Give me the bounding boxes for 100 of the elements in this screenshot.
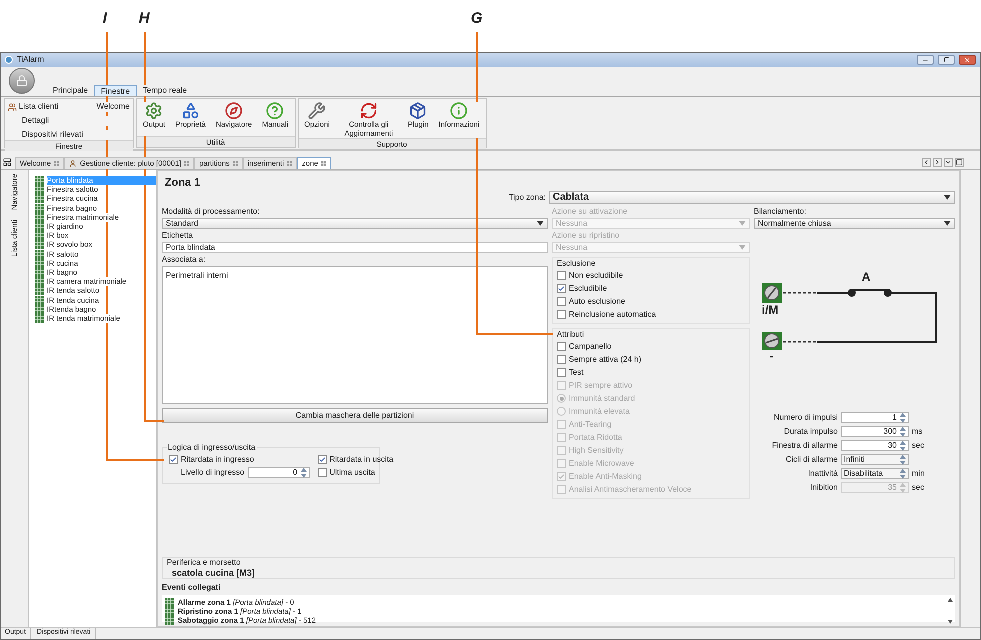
- option-label: Test: [569, 366, 584, 378]
- app-menu-button[interactable]: [9, 68, 35, 94]
- spin-arrows-icon[interactable]: [899, 440, 907, 452]
- person-icon: [69, 160, 78, 168]
- field-label: Bilanciamento:: [754, 206, 808, 218]
- ribbon-tab[interactable]: Finestre: [94, 85, 138, 96]
- checkbox[interactable]: [557, 284, 566, 293]
- field-label: Inibition: [809, 482, 838, 494]
- label-input-field[interactable]: Porta blindata: [162, 242, 548, 253]
- zone-icon: [35, 250, 44, 259]
- option-label: Sempre attiva (24 h): [569, 354, 642, 366]
- field-label: Associata a:: [162, 254, 207, 266]
- form-title: Zona 1: [164, 176, 202, 190]
- checkbox[interactable]: [557, 271, 566, 280]
- zone-icon: [35, 277, 44, 286]
- terminal-label: i/M: [762, 304, 779, 316]
- close-button[interactable]: [959, 55, 976, 65]
- option-label: High Sensitivity: [569, 444, 624, 456]
- checkbox[interactable]: [557, 310, 566, 319]
- tab-close-icon[interactable]: [184, 161, 190, 166]
- gear-icon: [145, 102, 164, 120]
- option-label: Anti-Tearing: [569, 418, 612, 430]
- checkbox[interactable]: [318, 455, 327, 464]
- tab-close-icon[interactable]: [321, 161, 326, 166]
- tab-list-icon[interactable]: [944, 158, 953, 167]
- spin-field[interactable]: 0: [248, 467, 310, 478]
- field-label: Cicli di allarme: [784, 454, 838, 466]
- option-label: Non escludibile: [569, 270, 624, 282]
- spin-field[interactable]: 1: [841, 412, 909, 423]
- tab-close-icon[interactable]: [287, 161, 292, 166]
- spin-arrows-icon[interactable]: [899, 454, 907, 466]
- change-partition-mask-button[interactable]: Cambia maschera delle partizioni: [162, 408, 548, 423]
- option-label: Ritardata in ingresso: [181, 454, 254, 466]
- unit-label: sec: [912, 482, 924, 494]
- spin-arrows-icon[interactable]: [300, 466, 308, 478]
- spin-arrows-icon[interactable]: [899, 426, 907, 438]
- spin-field[interactable]: Disabilitata: [841, 468, 909, 479]
- option-label: Enable Anti-Masking: [569, 470, 642, 482]
- option-label: Campanello: [569, 340, 612, 352]
- maximize-button[interactable]: [938, 55, 955, 65]
- field-label: Livello di ingresso: [181, 466, 245, 478]
- checkbox[interactable]: [557, 368, 566, 377]
- users-icon: [8, 102, 17, 112]
- group-title: Logica di ingresso/uscita: [167, 442, 257, 454]
- zone-icon: [35, 240, 44, 250]
- dropdown-caret-icon: [739, 245, 746, 250]
- option-label: Ritardata in uscita: [330, 454, 394, 466]
- spin-field[interactable]: Infiniti: [841, 454, 909, 465]
- group-title: Attributi: [557, 329, 586, 340]
- tab-close-icon[interactable]: [232, 161, 238, 166]
- tab-close-icon[interactable]: [54, 161, 60, 166]
- dropdown-caret-icon: [944, 195, 951, 200]
- associated-text-area[interactable]: Perimetrali interni: [162, 266, 548, 404]
- field-label: Inattività: [807, 468, 838, 480]
- zone-icon: [165, 598, 174, 607]
- option-label: Immunità standard: [569, 392, 636, 404]
- zone-icon: [35, 286, 44, 296]
- option-label: Enable Microwave: [569, 458, 634, 470]
- option-label: Auto esclusione: [569, 296, 626, 308]
- spin-arrows-icon[interactable]: [899, 468, 907, 480]
- scroll-tabs-right-icon[interactable]: [933, 158, 942, 167]
- dropdown-caret-icon: [537, 221, 544, 226]
- section-title: Eventi collegati: [162, 582, 222, 594]
- option-label: Immunità elevata: [569, 406, 630, 418]
- package-icon: [409, 102, 428, 120]
- checkbox[interactable]: [557, 355, 566, 364]
- scroll-tabs-left-icon[interactable]: [922, 158, 931, 167]
- app-icon: [5, 56, 13, 64]
- panel-icon: [3, 158, 12, 167]
- dropdown-caret-icon: [739, 221, 746, 226]
- checkbox[interactable]: [169, 455, 178, 464]
- checkbox[interactable]: [318, 468, 327, 477]
- ribbon-item[interactable]: Welcome: [96, 102, 130, 112]
- terminal-label: -: [770, 350, 774, 362]
- dropdown[interactable]: Cablata: [549, 191, 955, 204]
- compass-icon: [225, 102, 244, 120]
- option-label: Escludibile: [569, 282, 608, 294]
- zone-icon: [35, 204, 44, 213]
- maximize-icon: [944, 57, 950, 63]
- device-terminal-value: scatola cucina [M3]: [171, 567, 256, 580]
- checkbox[interactable]: [557, 297, 566, 306]
- field-label: Finestra di allarme: [771, 440, 838, 452]
- spin-field[interactable]: 30: [841, 440, 909, 451]
- checkbox[interactable]: [557, 342, 566, 351]
- unit-label: min: [912, 468, 925, 480]
- zone-icon: [165, 607, 174, 616]
- zone-icon: [35, 194, 44, 204]
- dropdown-caret-icon: [944, 221, 951, 226]
- callout-label: I: [103, 10, 108, 28]
- spin-arrows-icon[interactable]: [899, 412, 907, 424]
- lock-icon: [16, 75, 28, 87]
- field-label: Tipo zona:: [508, 192, 546, 204]
- zone-icon: [35, 231, 44, 240]
- option-label: Ultima uscita: [330, 466, 376, 478]
- refresh-icon: [360, 102, 378, 120]
- dropdown[interactable]: Normalmente chiusa: [754, 218, 955, 229]
- callout-label: G: [471, 10, 483, 28]
- spin-field[interactable]: 300: [841, 426, 909, 437]
- restore-icon[interactable]: [955, 158, 964, 167]
- dropdown[interactable]: Standard: [162, 218, 548, 229]
